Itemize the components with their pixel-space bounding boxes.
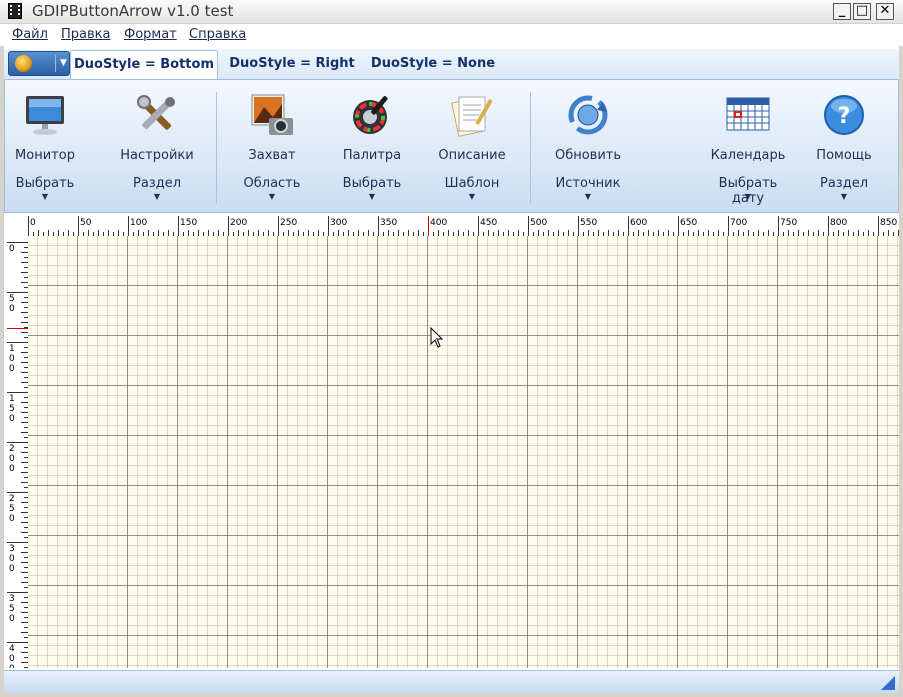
help-button[interactable]: ? Помощь Раздел ▼ — [799, 86, 889, 208]
description-label: Описание — [438, 148, 506, 163]
globe-icon — [15, 55, 32, 72]
capture-label: Захват — [248, 148, 296, 163]
calendar-label: Календарь — [710, 148, 786, 163]
window-frame-right — [899, 46, 903, 697]
ruler-label: 850 — [880, 218, 897, 228]
ruler-label: 100 — [9, 344, 15, 374]
monitor-button[interactable]: Монитор Выбрать ▼ — [0, 86, 90, 208]
ruler-label: 0 — [30, 218, 36, 228]
horizontal-ruler[interactable]: 0 50 100 150 200 250 300 350 400 450 500 550 600 650 7… — [7, 216, 899, 237]
window-title: GDIPButtonArrow v1.0 test — [32, 2, 234, 20]
ruler-label: 350 — [9, 594, 15, 624]
ruler-label: 100 — [130, 218, 147, 228]
ruler-label: 800 — [830, 218, 847, 228]
ruler-label: 50 — [9, 294, 15, 314]
ribbon-separator — [530, 92, 531, 204]
palette-icon — [353, 96, 388, 134]
minimize-button[interactable]: _ — [833, 3, 851, 20]
ruler-label: 150 — [9, 394, 15, 424]
capture-button[interactable]: Захват Область ▼ — [227, 86, 317, 208]
ruler-label: 750 — [780, 218, 797, 228]
maximize-button[interactable]: □ — [853, 3, 871, 20]
ruler-label: 650 — [680, 218, 697, 228]
ruler-label: 250 — [280, 218, 297, 228]
chevron-down-icon: ▼ — [840, 192, 848, 201]
settings-sublabel: Раздел — [132, 176, 181, 191]
vertical-ruler[interactable]: 0 50 100 150 200 250 300 350 400 — [7, 236, 29, 668]
capture-sublabel: Область — [243, 176, 301, 191]
ruler-label: 300 — [9, 544, 15, 574]
ruler-label: 550 — [580, 218, 597, 228]
chevron-down-icon: ▼ — [41, 192, 49, 201]
app-menu-button[interactable]: ▼ — [8, 51, 70, 76]
ruler-label: 400 — [9, 644, 15, 668]
calendar-sublabel: Выбрать дату — [718, 176, 778, 206]
ruler-label: 200 — [9, 444, 15, 474]
settings-button[interactable]: Настройки Раздел ▼ — [112, 86, 202, 208]
palette-sublabel: Выбрать — [342, 176, 402, 191]
chevron-down-icon: ▼ — [153, 192, 161, 201]
help-label: Помощь — [816, 148, 872, 163]
chevron-down-icon: ▼ — [584, 192, 592, 201]
ruler-label: 400 — [430, 218, 447, 228]
menu-format[interactable]: Формат — [124, 27, 177, 42]
status-bar — [4, 670, 899, 693]
palette-label: Палитра — [342, 148, 402, 163]
camera-icon — [251, 94, 293, 135]
chevron-down-icon: ▼ — [60, 58, 67, 68]
svg-text:?: ? — [838, 104, 851, 129]
title-bar[interactable]: GDIPButtonArrow v1.0 test _ □ ✕ — [0, 0, 903, 24]
menu-edit[interactable]: Правка — [61, 27, 110, 42]
ribbon-separator — [216, 92, 217, 204]
horizontal-ruler-ticks: 0 50 100 150 200 250 300 350 400 450 500 550 600 650 7… — [28, 216, 899, 236]
chevron-down-icon: ▼ — [744, 192, 752, 201]
ruler-label: 450 — [480, 218, 497, 228]
tab-duostyle-bottom[interactable]: DuoStyle = Bottom — [70, 50, 218, 79]
document-icon — [451, 96, 493, 137]
monitor-label: Монитор — [15, 148, 75, 163]
ribbon-panel: Монитор Выбрать ▼ Настройки Раздел ▼ Зах… — [4, 80, 899, 213]
tab-duostyle-right[interactable]: DuoStyle = Right — [224, 50, 360, 79]
calendar-icon — [726, 97, 770, 131]
refresh-label: Обновить — [554, 148, 622, 163]
drawing-canvas[interactable] — [28, 236, 899, 668]
chevron-down-icon: ▼ — [368, 192, 376, 201]
chevron-down-icon: ▼ — [268, 192, 276, 201]
app-menu-divider — [55, 55, 56, 72]
refresh-button[interactable]: Обновить Источник ▼ — [543, 86, 633, 208]
ruler-label: 0 — [9, 244, 15, 254]
monitor-icon — [26, 96, 64, 135]
ruler-label: 250 — [9, 494, 15, 524]
refresh-icon — [568, 95, 608, 135]
tools-icon — [137, 95, 175, 130]
help-icon: ? — [824, 95, 864, 135]
chevron-down-icon: ▼ — [468, 192, 476, 201]
ruler-label: 300 — [330, 218, 347, 228]
ruler-label: 500 — [530, 218, 547, 228]
palette-button[interactable]: Палитра Выбрать ▼ — [327, 86, 417, 208]
menu-help[interactable]: Справка — [189, 27, 246, 42]
resize-grip-icon[interactable] — [881, 676, 895, 690]
tab-duostyle-none[interactable]: DuoStyle = None — [366, 50, 500, 79]
ribbon-tab-strip: ▼ DuoStyle = Bottom DuoStyle = Right Duo… — [4, 49, 899, 80]
ruler-label: 600 — [630, 218, 647, 228]
ruler-label: 150 — [180, 218, 197, 228]
close-button[interactable]: ✕ — [876, 3, 894, 20]
vertical-ruler-ticks: 0 50 100 150 200 250 300 350 400 — [7, 242, 28, 668]
help-sublabel: Раздел — [819, 176, 868, 191]
ruler-label: 350 — [380, 218, 397, 228]
settings-label: Настройки — [120, 148, 194, 163]
mouse-pointer-icon — [430, 327, 444, 348]
calendar-button[interactable]: Календарь Выбрать дату ▼ — [701, 86, 795, 208]
ruler-label: 50 — [80, 218, 92, 228]
description-sublabel: Шаблон — [444, 176, 500, 191]
ruler-label: 700 — [730, 218, 747, 228]
refresh-sublabel: Источник — [555, 176, 621, 191]
menu-bar: Файл Правка Формат Справка — [0, 24, 903, 46]
ruler-label: 200 — [230, 218, 247, 228]
monitor-sublabel: Выбрать — [15, 176, 75, 191]
menu-file[interactable]: Файл — [12, 27, 48, 42]
film-icon — [8, 3, 22, 19]
description-button[interactable]: Описание Шаблон ▼ — [427, 86, 517, 208]
